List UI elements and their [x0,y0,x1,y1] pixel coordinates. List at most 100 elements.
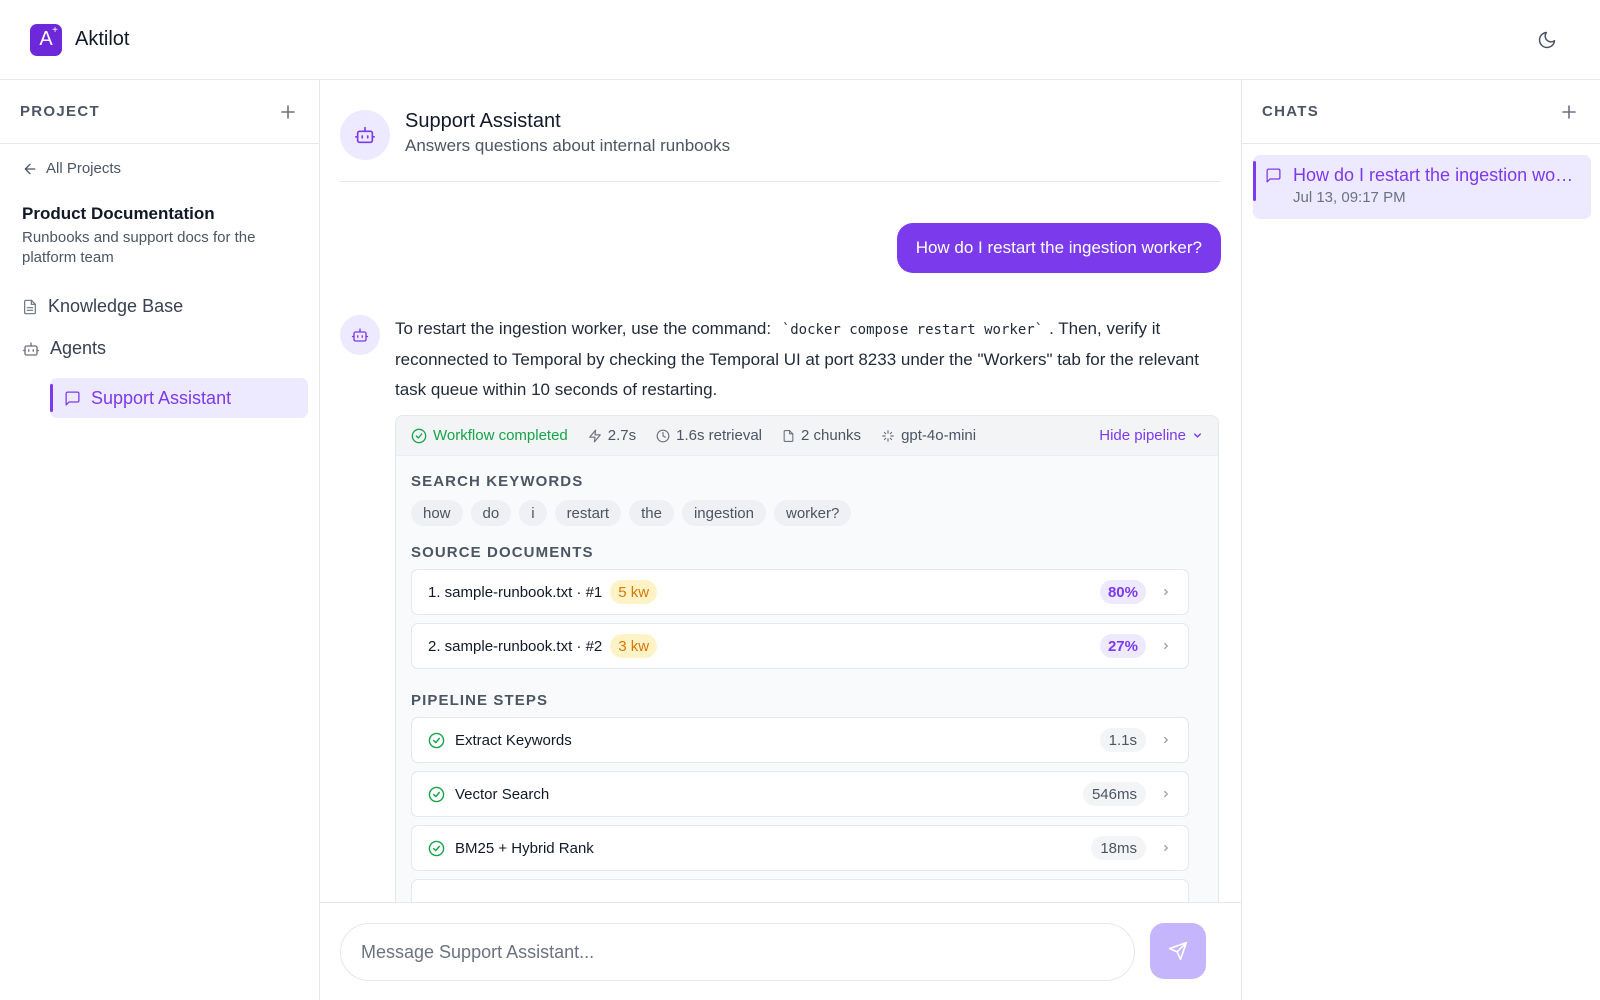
moon-icon [1538,31,1556,49]
arrow-left-icon [24,163,36,174]
app-logo[interactable]: A + [30,23,62,56]
bot-icon [351,328,369,342]
chevron-right-icon [1160,640,1172,652]
pipeline-step-name: Extract Keywords [455,731,572,749]
send-icon [1168,941,1188,961]
pipeline-step-name: Vector Search [455,785,550,803]
clock-icon [656,429,670,442]
pipeline-step-row[interactable]: Extract Keywords 1.1s [411,717,1189,763]
document-icon [783,429,794,442]
sidebar-item-support-assistant[interactable]: Support Assistant [50,378,308,418]
workflow-status-label: Workflow completed [433,427,568,444]
keyword-chip: do [470,500,512,526]
hide-pipeline-button[interactable]: Hide pipeline [1099,427,1203,444]
chevron-down-icon [1194,433,1201,438]
check-circle-icon [411,428,427,443]
project-title: Product Documentation [22,204,215,223]
chat-bubble-icon [65,390,80,406]
logo-letter: A [39,28,53,50]
step-duration-badge: 546ms [1082,782,1146,806]
chunk-count-label: 2 chunks [801,427,862,444]
message-input[interactable] [340,923,1135,981]
all-projects-link[interactable]: All Projects [22,160,121,177]
source-document-row[interactable]: 2. sample-runbook.txt · #2 3 kw 27% [411,623,1189,669]
pipeline-step-row[interactable]: Vector Search 546ms [411,771,1189,817]
search-keywords-heading: SEARCH KEYWORDS [411,473,584,490]
chat-main: Support Assistant Answers questions abou… [320,80,1241,1000]
document-icon [24,299,36,314]
workflow-status: Workflow completed [411,427,568,444]
agent-avatar [340,110,390,160]
new-chat-button[interactable] [1558,101,1580,123]
plus-icon [281,104,295,119]
source-documents-heading: SOURCE DOCUMENTS [411,544,594,561]
pipeline-step-name: BM25 + Hybrid Rank [455,839,594,857]
sidebar-item-label: Support Assistant [91,387,232,408]
plus-icon [1562,104,1576,119]
top-bar: A + Aktilot [0,0,1600,80]
assistant-text-before: To restart the ingestion worker, use the… [395,319,772,338]
relevance-score-badge: 27% [1099,634,1146,658]
bot-icon [355,126,375,144]
send-button[interactable] [1150,923,1206,979]
sidebar-item-agents[interactable]: Agents [22,338,106,359]
project-sidebar: PROJECT All Projects Product Documentati… [0,80,320,1000]
pipeline-step-row[interactable]: BM25 + Hybrid Rank 18ms [411,825,1189,871]
chat-title: How do I restart the ingestion worker? [1293,165,1577,185]
model-name: gpt-4o-mini [881,427,976,444]
add-project-button[interactable] [277,101,299,123]
bot-icon [22,341,40,356]
keyword-chip: i [519,500,547,526]
keyword-chip: the [629,500,674,526]
theme-toggle-button[interactable] [1534,27,1560,53]
assistant-avatar [340,315,380,355]
keyword-chip: how [411,500,463,526]
header-divider [340,181,1221,182]
assistant-inline-code: `docker compose restart worker` [781,322,1044,338]
sidebar-item-label: Agents [50,338,107,358]
hide-pipeline-label: Hide pipeline [1099,427,1186,444]
check-circle-icon [428,732,445,749]
pipeline-summary-bar: Workflow completed 2.7s 1.6s retrieval 2… [396,416,1218,456]
chat-timestamp: Jul 13, 09:17 PM [1293,189,1406,206]
logo-plus: + [52,24,58,36]
step-duration-badge: 1.1s [1099,728,1146,752]
chats-heading: CHATS [1262,103,1320,120]
retrieval-time-label: 1.6s retrieval [676,427,763,444]
all-projects-label: All Projects [46,160,122,177]
source-document-row[interactable]: 1. sample-runbook.txt · #1 5 kw 80% [411,569,1189,615]
keyword-chip: restart [554,500,622,526]
total-time-label: 2.7s [607,427,637,444]
agent-description: Answers questions about internal runbook… [405,136,731,155]
chevron-right-icon [1160,734,1172,746]
keyword-count-badge: 5 kw [610,580,658,604]
keyword-count-badge: 3 kw [610,634,658,658]
sparkles-icon [882,429,894,442]
chats-header: CHATS [1242,80,1600,144]
user-message: How do I restart the ingestion worker? [896,223,1221,273]
keyword-chips: how do i restart the ingestion worker? [411,500,852,526]
check-circle-icon [428,840,445,857]
pipeline-steps-heading: PIPELINE STEPS [411,692,549,709]
message-composer [320,902,1241,1000]
chat-list-item[interactable]: How do I restart the ingestion worker? J… [1253,155,1591,219]
keyword-chip: ingestion [681,500,766,526]
sidebar-item-label: Knowledge Base [48,296,184,316]
app-name: Aktilot [75,28,130,50]
project-heading: PROJECT [20,103,100,120]
zap-icon [588,429,601,442]
chat-bubble-icon [1265,167,1282,189]
source-document-name: 1. sample-runbook.txt · #1 [428,583,603,601]
agent-name: Support Assistant [405,110,561,132]
project-description: Runbooks and support docs for the platfo… [22,229,256,266]
retrieval-time: 1.6s retrieval [656,427,762,444]
model-name-label: gpt-4o-mini [901,427,977,444]
chevron-right-icon [1160,586,1172,598]
chunk-count: 2 chunks [782,427,861,444]
sidebar-item-knowledge-base[interactable]: Knowledge Base [22,296,183,317]
keyword-chip: worker? [773,500,852,526]
check-circle-icon [428,786,445,803]
chevron-right-icon [1160,842,1172,854]
step-duration-badge: 18ms [1091,836,1146,860]
relevance-score-badge: 80% [1099,580,1146,604]
